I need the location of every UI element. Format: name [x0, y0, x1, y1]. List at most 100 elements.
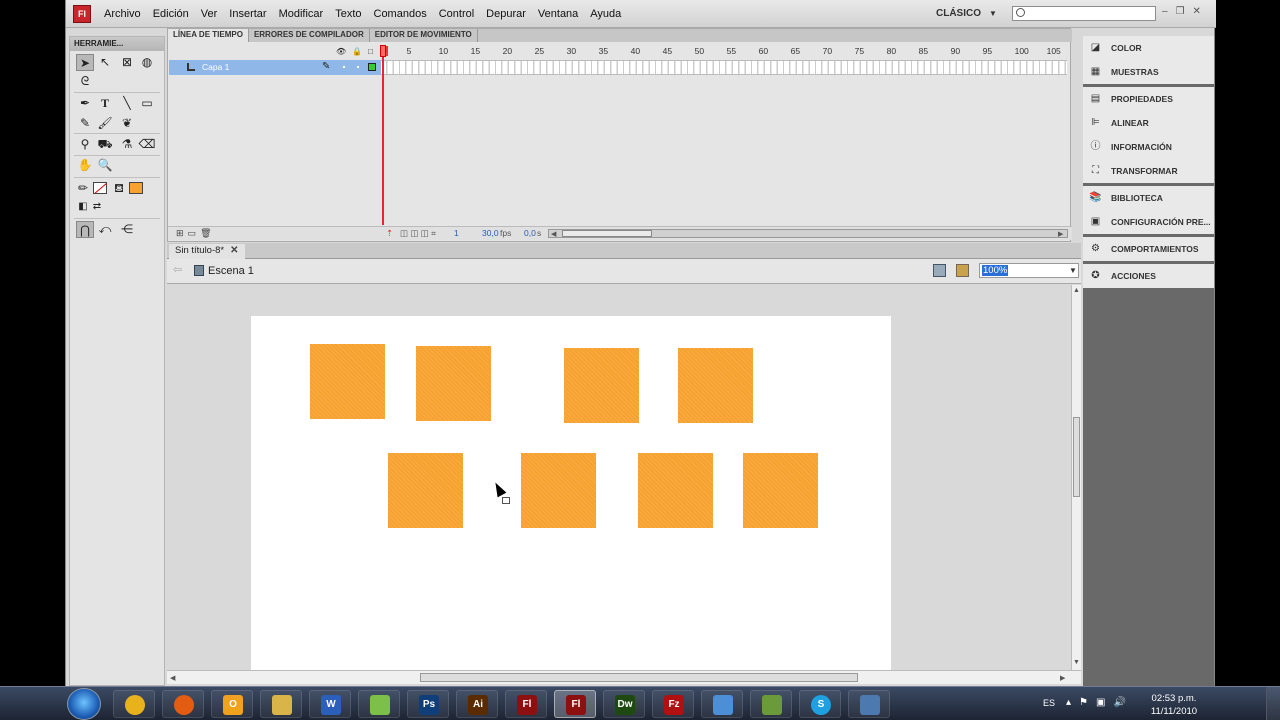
tab-motion-editor[interactable]: EDITOR DE MOVIMIENTO: [370, 29, 478, 42]
menu-ventana[interactable]: Ventana: [532, 8, 584, 20]
deco-tool-icon[interactable]: ❦: [118, 115, 136, 132]
3d-rotation-tool-icon[interactable]: ◍: [138, 54, 156, 71]
zoom-value[interactable]: 100%: [982, 265, 1009, 276]
panel-presets[interactable]: ▣ CONFIGURACIÓN PRE...: [1083, 210, 1214, 234]
subselection-tool-icon[interactable]: ↖: [96, 54, 114, 71]
taskbar-app-network[interactable]: [848, 690, 890, 718]
outline-color-box[interactable]: [368, 63, 376, 71]
selection-tool-icon[interactable]: ➤: [76, 54, 94, 71]
chevron-down-icon[interactable]: ▼: [989, 9, 997, 18]
zoom-select[interactable]: 100% ▼: [979, 263, 1079, 278]
edit-symbol-icon[interactable]: [956, 264, 969, 277]
stage-horizontal-scrollbar[interactable]: ◀ ▶: [167, 670, 1081, 684]
visibility-dot[interactable]: [343, 66, 345, 68]
new-layer-icon[interactable]: ⊞: [176, 228, 184, 239]
document-tab[interactable]: Sin título-8* ✕: [169, 244, 245, 259]
stage-vertical-scrollbar[interactable]: ▲ ▼: [1071, 285, 1081, 670]
taskbar-app-dreamweaver[interactable]: Dw: [603, 690, 645, 718]
scroll-thumb[interactable]: [562, 230, 652, 237]
pen-tool-icon[interactable]: ✒: [76, 95, 94, 112]
orange-square[interactable]: [678, 348, 753, 423]
start-button[interactable]: [67, 688, 101, 720]
panel-behaviors[interactable]: ⚙ COMPORTAMIENTOS: [1083, 237, 1214, 261]
layer-row[interactable]: Capa 1 ✎: [169, 60, 381, 75]
fill-color-swatch[interactable]: [129, 182, 143, 194]
minimize-icon[interactable]: –: [1162, 6, 1168, 17]
taskbar-app-filezilla[interactable]: Fz: [652, 690, 694, 718]
menu-edicion[interactable]: Edición: [147, 8, 195, 20]
taskbar-app-flash-active[interactable]: Fl: [554, 690, 596, 718]
frame-ruler[interactable]: 1510152025303540455055606570758085909510…: [380, 44, 1066, 58]
orange-square[interactable]: [564, 348, 639, 423]
language-indicator[interactable]: ES: [1043, 698, 1055, 708]
straighten-icon[interactable]: ⋲: [118, 221, 136, 238]
stage[interactable]: [251, 316, 891, 670]
panel-align[interactable]: ⊫ ALINEAR: [1083, 111, 1214, 135]
help-search-input[interactable]: [1012, 6, 1156, 21]
line-tool-icon[interactable]: ╲: [118, 95, 136, 112]
trash-icon[interactable]: 🗑: [200, 228, 211, 239]
zoom-tool-icon[interactable]: 🔍: [96, 157, 114, 174]
taskbar-app-messenger[interactable]: [701, 690, 743, 718]
tray-arrow-icon[interactable]: ▴: [1066, 697, 1071, 708]
taskbar-app-green-app[interactable]: [750, 690, 792, 718]
text-tool-icon[interactable]: T: [96, 95, 114, 112]
swap-colors-icon[interactable]: ⇄: [88, 198, 106, 215]
panel-info[interactable]: ⓘ INFORMACIÓN: [1083, 135, 1214, 159]
pencil-tool-icon[interactable]: ✎: [76, 115, 94, 132]
playhead-handle[interactable]: [380, 45, 386, 57]
frame-cells[interactable]: [381, 60, 1067, 75]
back-arrow-icon[interactable]: ⇦: [173, 263, 182, 276]
scroll-up-icon[interactable]: ▲: [1073, 287, 1080, 294]
hand-tool-icon[interactable]: ✋: [76, 157, 94, 174]
chevron-down-icon[interactable]: ▼: [1069, 266, 1077, 275]
fill-color-icon[interactable]: ⛾: [110, 180, 128, 197]
orange-square[interactable]: [310, 344, 385, 419]
paint-bucket-tool-icon[interactable]: ⛟: [96, 136, 114, 153]
tools-panel-header[interactable]: HERRAMIE...: [70, 37, 164, 51]
eye-icon[interactable]: 👁: [336, 47, 346, 56]
menu-control[interactable]: Control: [433, 8, 480, 20]
menu-modificar[interactable]: Modificar: [273, 8, 330, 20]
center-frame-icon[interactable]: ⇡: [386, 228, 393, 239]
orange-square[interactable]: [521, 453, 596, 528]
scroll-down-icon[interactable]: ▼: [1073, 659, 1080, 666]
show-desktop-button[interactable]: [1266, 687, 1280, 720]
onion-skin-icon[interactable]: ◫ ◫ ◫ ⌗: [400, 228, 436, 239]
panel-library[interactable]: 📚 BIBLIOTECA: [1083, 186, 1214, 210]
panel-properties[interactable]: ▤ PROPIEDADES: [1083, 87, 1214, 111]
scroll-right-icon[interactable]: ▶: [1058, 230, 1063, 238]
menu-ayuda[interactable]: Ayuda: [584, 8, 627, 20]
taskbar-app-skype[interactable]: S: [799, 690, 841, 718]
brush-tool-icon[interactable]: 🖌: [96, 115, 114, 132]
layer-name[interactable]: Capa 1: [202, 62, 229, 72]
panel-color[interactable]: ◪ COLOR: [1083, 36, 1214, 60]
new-folder-icon[interactable]: ▭: [188, 228, 197, 239]
scroll-thumb[interactable]: [1073, 417, 1080, 497]
scroll-left-icon[interactable]: ◀: [551, 230, 556, 238]
snap-to-objects-icon[interactable]: ⋂: [76, 221, 94, 238]
scroll-right-icon[interactable]: ▶: [1060, 674, 1065, 682]
panel-swatches[interactable]: ▦ MUESTRAS: [1083, 60, 1214, 84]
panel-transform[interactable]: ⛶ TRANSFORMAR: [1083, 159, 1214, 183]
lasso-tool-icon[interactable]: ᘓ: [76, 73, 94, 90]
clock[interactable]: 02:53 p.m. 11/11/2010: [1145, 692, 1203, 718]
free-transform-tool-icon[interactable]: ⊠: [118, 54, 136, 71]
fps-readout[interactable]: 30,0: [482, 228, 499, 238]
orange-square[interactable]: [388, 453, 463, 528]
menu-comandos[interactable]: Comandos: [368, 8, 433, 20]
outline-icon[interactable]: □: [368, 47, 373, 56]
edit-scene-icon[interactable]: [933, 264, 946, 277]
flag-icon[interactable]: ⚑: [1079, 697, 1088, 708]
scene-breadcrumb[interactable]: Escena 1: [208, 265, 254, 277]
taskbar-app-word[interactable]: W: [309, 690, 351, 718]
orange-square[interactable]: [638, 453, 713, 528]
tab-compiler-errors[interactable]: ERRORES DE COMPILADOR: [249, 29, 370, 42]
taskbar-app-photoshop[interactable]: Ps: [407, 690, 449, 718]
scroll-left-icon[interactable]: ◀: [170, 674, 175, 682]
scroll-thumb[interactable]: [420, 673, 858, 682]
menu-texto[interactable]: Texto: [329, 8, 367, 20]
bone-tool-icon[interactable]: ⚲: [76, 136, 94, 153]
taskbar-app-outlook[interactable]: O: [211, 690, 253, 718]
stroke-color-icon[interactable]: ✏: [74, 180, 92, 197]
